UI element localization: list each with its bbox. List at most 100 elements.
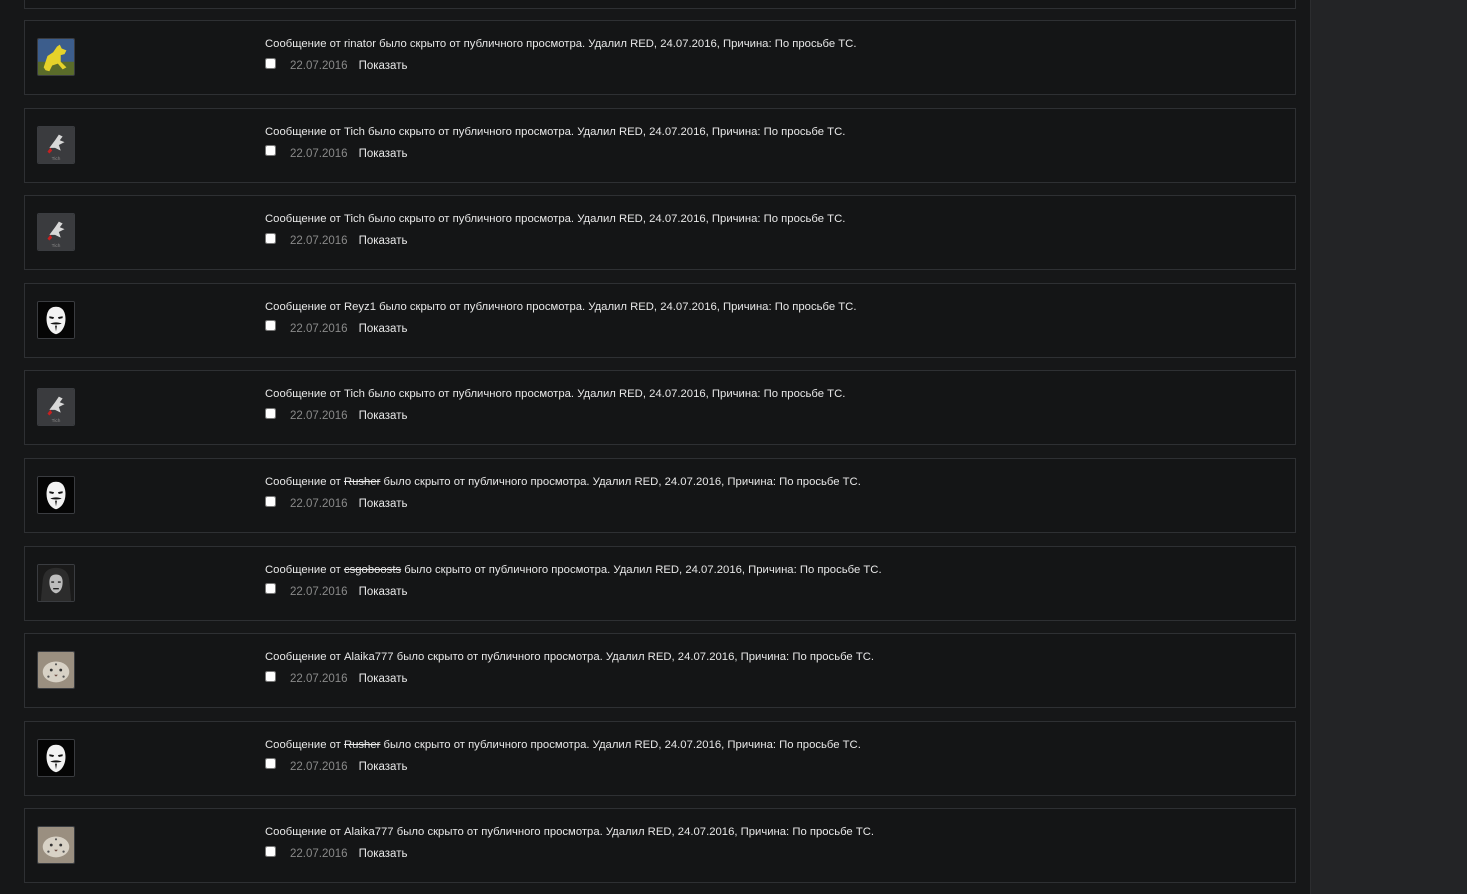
author-link[interactable]: Reyz1 (344, 301, 376, 313)
author-link[interactable]: Rusher (344, 739, 380, 751)
select-post-checkbox[interactable] (265, 583, 276, 595)
notice-prefix: Сообщение от (265, 213, 344, 226)
notice-suffix: было скрыто от публичного просмотра. Уда… (393, 651, 875, 664)
post-meta: 22.07.2016 Показать (265, 758, 408, 775)
author-link[interactable]: rinator (344, 38, 376, 50)
select-post-checkbox[interactable] (265, 57, 276, 69)
post-date: 22.07.2016 (290, 498, 348, 510)
notice-suffix: было скрыто от публичного просмотра. Уда… (380, 738, 861, 751)
hidden-message-notice: Сообщение от csgoboosts было скрыто от п… (265, 564, 882, 576)
show-post-link[interactable]: Показать (359, 323, 408, 335)
notice-suffix: было скрыто от публичного просмотра. Уда… (364, 213, 846, 226)
mask-icon (38, 301, 74, 338)
select-post-checkbox[interactable] (265, 407, 276, 419)
notice-prefix: Сообщение от (265, 125, 344, 138)
show-post-link[interactable]: Показать (359, 148, 408, 160)
post-meta: 22.07.2016 Показать (265, 407, 408, 424)
author-link[interactable]: Tich (344, 213, 365, 225)
post-row: Сообщение от Alaika777 было скрыто от пу… (24, 808, 1296, 884)
notice-suffix: было скрыто от публичного просмотра. Уда… (393, 826, 875, 839)
post-row: Сообщение от Rusher было скрыто от публи… (24, 458, 1296, 533)
notice-prefix: Сообщение от (265, 300, 344, 313)
post-meta: 22.07.2016 Показать (265, 57, 408, 74)
post-row: Сообщение от rinator было скрыто от публ… (24, 20, 1296, 95)
avatar[interactable] (37, 738, 75, 777)
notice-suffix: было скрыто от публичного просмотра. Уда… (376, 300, 857, 313)
author-link[interactable]: Tich (344, 388, 365, 400)
notice-prefix: Сообщение от (265, 738, 344, 751)
avatar[interactable]: Tich (37, 125, 75, 164)
post-row: Tich Сообщение от Tich было скрыто от пуб… (24, 195, 1296, 271)
svg-text:Tich: Tich (52, 243, 61, 249)
select-post-checkbox[interactable] (265, 495, 276, 507)
snow-leopard-icon (38, 827, 74, 864)
select-post-checkbox[interactable] (265, 758, 276, 770)
notice-prefix: Сообщение от (265, 476, 344, 488)
post-row: Tich Сообщение от Tich было скрыто от пуб… (24, 107, 1296, 183)
mask-icon (38, 739, 74, 776)
post-meta: 22.07.2016 Показать (265, 320, 408, 337)
dragon-icon: Tich (38, 214, 74, 251)
dog-icon (38, 39, 74, 75)
notice-prefix: Сообщение от (265, 38, 344, 50)
avatar[interactable] (37, 38, 75, 76)
avatar[interactable] (37, 826, 75, 865)
select-post-checkbox[interactable] (265, 232, 276, 244)
notice-suffix: было скрыто от публичного просмотра. Уда… (376, 38, 857, 50)
show-post-link[interactable]: Показать (359, 761, 408, 773)
notice-prefix: Сообщение от (265, 651, 344, 664)
show-post-link[interactable]: Показать (359, 498, 408, 510)
post-meta: 22.07.2016 Показать (265, 495, 408, 512)
hidden-message-notice: Сообщение от Alaika777 было скрыто от пу… (265, 826, 874, 838)
author-link[interactable]: csgoboosts (344, 564, 401, 576)
show-post-link[interactable]: Показать (359, 60, 408, 72)
author-link[interactable]: Alaika777 (344, 826, 394, 838)
notice-prefix: Сообщение от (265, 388, 344, 401)
notice-suffix: было скрыто от публичного просмотра. Уда… (364, 388, 846, 401)
hidden-message-notice: Сообщение от Tich было скрыто от публичн… (265, 213, 845, 225)
post-date: 22.07.2016 (290, 60, 348, 72)
author-link[interactable]: Rusher (344, 476, 380, 488)
hidden-message-notice: Сообщение от Rusher было скрыто от публи… (265, 739, 861, 751)
post-date: 22.07.2016 (290, 410, 348, 423)
select-post-checkbox[interactable] (265, 145, 276, 157)
show-post-link[interactable]: Показать (359, 235, 408, 247)
notice-prefix: Сообщение от (265, 563, 344, 576)
avatar[interactable]: Tich (37, 388, 75, 427)
avatar[interactable] (37, 651, 75, 690)
svg-text:Tich: Tich (52, 419, 61, 425)
hidden-message-notice: Сообщение от Reyz1 было скрыто от публич… (265, 301, 856, 313)
post-meta: 22.07.2016 Показать (265, 845, 408, 862)
hidden-message-notice: Сообщение от Alaika777 было скрыто от пу… (265, 651, 874, 663)
avatar[interactable] (37, 563, 75, 602)
previous-post-stub (24, 0, 1296, 9)
post-meta: 22.07.2016 Показать (265, 145, 408, 162)
show-post-link[interactable]: Показать (359, 410, 408, 422)
select-post-checkbox[interactable] (265, 320, 276, 332)
notice-suffix: было скрыто от публичного просмотра. Уда… (380, 476, 861, 488)
notice-prefix: Сообщение от (265, 826, 344, 839)
show-post-link[interactable]: Показать (359, 673, 408, 685)
select-post-checkbox[interactable] (265, 845, 276, 857)
author-link[interactable]: Alaika777 (344, 651, 394, 663)
avatar[interactable]: Tich (37, 213, 75, 252)
post-meta: 22.07.2016 Показать (265, 232, 408, 249)
snow-leopard-icon (38, 652, 74, 689)
show-post-link[interactable]: Показать (359, 848, 408, 860)
hidden-message-notice: Сообщение от Rusher было скрыто от публи… (265, 476, 861, 488)
avatar[interactable] (37, 300, 75, 339)
author-link[interactable]: Tich (344, 126, 365, 138)
avatar[interactable] (37, 476, 75, 514)
show-post-link[interactable]: Показать (359, 586, 408, 598)
post-row: Сообщение от Alaika777 было скрыто от пу… (24, 633, 1296, 709)
post-meta: 22.07.2016 Показать (265, 670, 408, 687)
post-date: 22.07.2016 (290, 673, 348, 686)
post-date: 22.07.2016 (290, 147, 348, 160)
dragon-icon: Tich (38, 389, 74, 426)
post-row: Tich Сообщение от Tich было скрыто от пуб… (24, 370, 1296, 446)
hidden-message-notice: Сообщение от Tich было скрыто от публичн… (265, 126, 845, 138)
select-post-checkbox[interactable] (265, 670, 276, 682)
hidden-message-notice: Сообщение от rinator было скрыто от публ… (265, 38, 856, 50)
dragon-icon: Tich (38, 126, 74, 163)
notice-suffix: было скрыто от публичного просмотра. Уда… (364, 125, 846, 138)
